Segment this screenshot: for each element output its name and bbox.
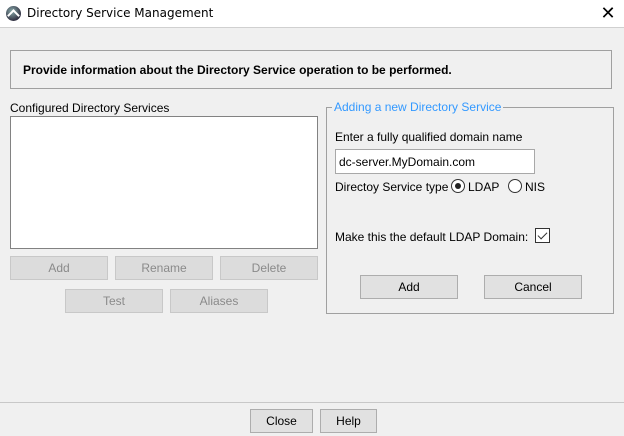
rename-button[interactable]: Rename (115, 256, 213, 280)
default-domain-checkbox[interactable] (535, 228, 550, 243)
default-domain-label: Make this the default LDAP Domain: (335, 230, 529, 244)
ldap-radio[interactable] (451, 179, 465, 193)
service-type-label: Directoy Service type (335, 180, 449, 194)
cancel-button[interactable]: Cancel (484, 275, 582, 299)
ldap-label: LDAP (468, 180, 500, 194)
close-icon[interactable]: ✕ (598, 3, 618, 24)
info-text: Provide information about the Directory … (23, 63, 452, 77)
info-box: Provide information about the Directory … (10, 50, 612, 89)
app-icon (6, 6, 21, 21)
nis-label: NIS (525, 180, 546, 194)
title-bar: Directory Service Management ✕ (0, 0, 624, 28)
close-button[interactable]: Close (250, 409, 313, 433)
domain-label: Enter a fully qualified domain name (335, 130, 523, 144)
add-service-button[interactable]: Add (10, 256, 108, 280)
test-button[interactable]: Test (65, 289, 163, 313)
delete-button[interactable]: Delete (220, 256, 318, 280)
domain-input[interactable] (335, 149, 535, 174)
aliases-button[interactable]: Aliases (170, 289, 268, 313)
window-title: Directory Service Management (27, 6, 214, 20)
help-button[interactable]: Help (320, 409, 377, 433)
nis-radio[interactable] (508, 179, 522, 193)
configured-services-label: Configured Directory Services (10, 101, 170, 115)
new-service-legend: Adding a new Directory Service (332, 100, 504, 114)
add-button[interactable]: Add (360, 275, 458, 299)
configured-services-list[interactable] (10, 116, 318, 249)
footer-divider (0, 402, 624, 403)
